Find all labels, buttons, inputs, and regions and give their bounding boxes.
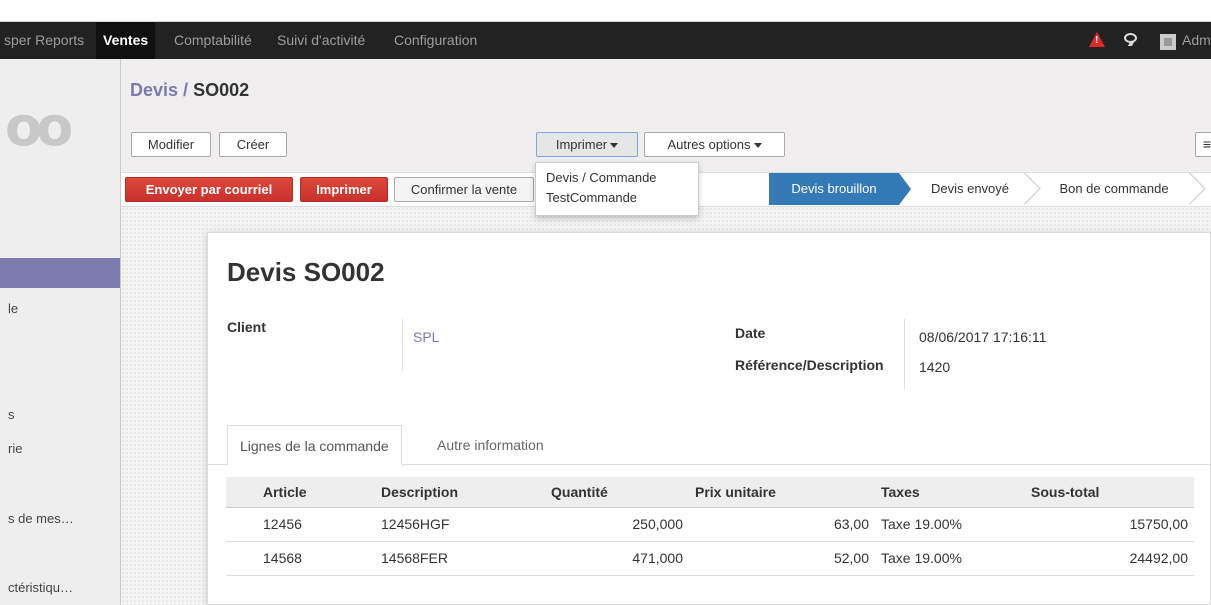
send-email-button[interactable]: Envoyer par courriel [125,177,293,202]
reference-label: Référence/Description [735,357,884,373]
avatar[interactable] [1160,34,1176,50]
form-title: Devis SO002 [227,257,385,287]
cell-unit-price[interactable]: 63,00 [689,507,875,542]
tab-order-lines[interactable]: Lignes de la commande [227,425,402,466]
create-button[interactable]: Créer [219,132,287,157]
warning-icon[interactable]: ! [1089,32,1105,47]
table-row[interactable]: 12456 12456HGF 250,000 63,00 Taxe 19.00%… [226,507,1194,542]
chevron-down-icon [753,143,762,149]
edit-button[interactable]: Modifier [131,132,211,157]
tab-other-info[interactable]: Autre information [425,425,556,466]
status-step-sent[interactable]: Devis envoyé [912,173,1028,205]
cell-subtotal: 15750,00 [1025,507,1194,542]
sidebar-item[interactable]: le [8,301,18,316]
more-options-label: Autres options [667,137,751,152]
cell-subtotal: 24492,00 [1025,541,1194,576]
print-menu: Devis / Commande TestCommande [535,162,699,216]
row-handle [226,507,257,542]
cell-quantity[interactable]: 471,000 [545,541,689,576]
date-label: Date [735,325,766,341]
form-sheet: Devis SO002 Client SPL Date 08/06/2017 1… [207,232,1211,605]
chat-icon[interactable] [1124,33,1137,43]
row-handle-header [226,477,257,508]
divider [402,319,403,371]
reference-field[interactable]: 1420 [919,359,950,375]
odoo-logo[interactable]: oo [5,95,73,158]
cell-taxes[interactable]: Taxe 19.00% [875,541,1025,576]
more-options-button[interactable]: Autres options [644,132,785,157]
breadcrumb: Devis / SO002 [130,80,249,101]
cell-article[interactable]: 14568 [257,541,375,576]
menu-configuration[interactable]: Configuration [394,22,477,59]
sidebar-item[interactable]: ctéristiqu… [8,580,73,595]
date-field[interactable]: 08/06/2017 17:16:11 [919,329,1046,345]
menu-jasper-reports[interactable]: sper Reports [4,22,84,59]
cell-unit-price[interactable]: 52,00 [689,541,875,576]
column-header[interactable]: Taxes [875,477,1025,508]
table-row[interactable]: 14568 14568FER 471,000 52,00 Taxe 19.00%… [226,541,1194,576]
list-view-icon[interactable]: ≡ [1195,132,1211,157]
table-header-row: Article Description Quantité Prix unitai… [226,477,1194,508]
print-button[interactable]: Imprimer [300,177,388,202]
status-step-draft[interactable]: Devis brouillon [769,173,911,205]
menu-comptabilite[interactable]: Comptabilité [174,22,252,59]
print-menu-item[interactable]: Devis / Commande [536,168,698,188]
cell-quantity[interactable]: 250,000 [545,507,689,542]
cell-taxes[interactable]: Taxe 19.00% [875,507,1025,542]
notebook-tabs: Lignes de la commande Autre information [208,425,1211,466]
sidebar: oo le s rie s de mes… ctéristiqu… [0,59,121,605]
column-header[interactable]: Quantité [545,477,689,508]
client-field[interactable]: SPL [413,329,439,345]
status-step-order[interactable]: Bon de commande [1035,173,1193,205]
sidebar-item[interactable]: s [8,407,15,422]
top-navbar: sper Reports Ventes Comptabilité Suivi d… [0,22,1211,59]
divider [904,319,905,389]
menu-suivi-activite[interactable]: Suivi d'activité [277,22,365,59]
cell-description[interactable]: 14568FER [375,541,545,576]
confirm-sale-button[interactable]: Confirmer la vente [394,177,534,202]
sidebar-item[interactable]: rie [8,441,22,456]
print-dropdown-button[interactable]: Imprimer [536,132,638,157]
cell-description[interactable]: 12456HGF [375,507,545,542]
window-strip [0,0,1211,22]
column-header[interactable]: Article [257,477,375,508]
print-menu-item[interactable]: TestCommande [536,188,698,208]
breadcrumb-parent[interactable]: Devis [130,80,178,100]
row-handle [226,541,257,576]
client-label: Client [227,319,266,335]
chevron-down-icon [610,143,619,149]
breadcrumb-current: SO002 [193,80,250,100]
menu-ventes[interactable]: Ventes [96,22,156,59]
sidebar-item[interactable]: s de mes… [8,511,74,526]
user-name[interactable]: Adm [1182,22,1211,59]
column-header[interactable]: Sous-total [1025,477,1194,508]
sidebar-selected-item[interactable] [0,258,120,288]
order-lines-table: Article Description Quantité Prix unitai… [226,477,1194,576]
column-header[interactable]: Prix unitaire [689,477,875,508]
print-dropdown-label: Imprimer [555,137,608,152]
cell-article[interactable]: 12456 [257,507,375,542]
column-header[interactable]: Description [375,477,545,508]
breadcrumb-separator: / [178,80,194,100]
